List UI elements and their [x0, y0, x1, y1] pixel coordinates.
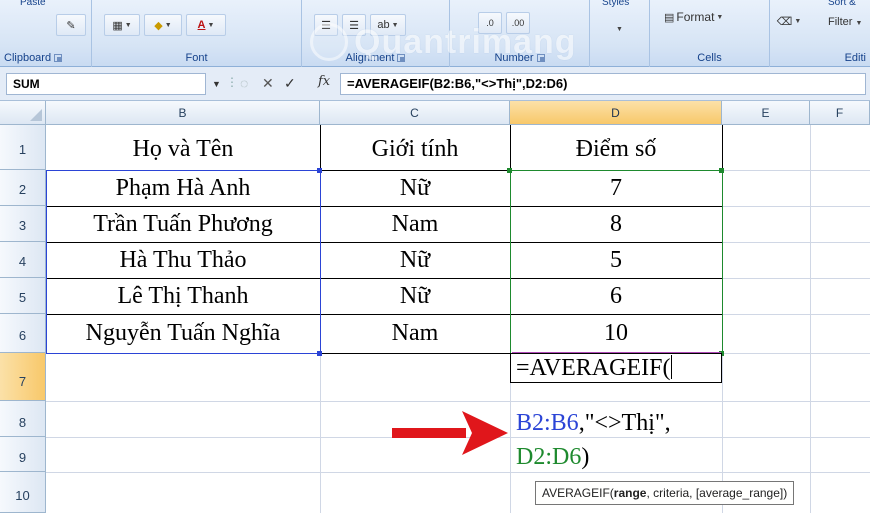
styles-label[interactable]: Styles [602, 0, 629, 8]
select-all-corner[interactable] [0, 101, 46, 125]
function-tooltip[interactable]: AVERAGEIF(range, criteria, [average_rang… [535, 481, 795, 505]
worksheet-grid: B C D E F 1 2 3 4 5 6 7 8 9 10 Họ và Tên… [0, 101, 870, 513]
row-header-8[interactable]: 8 [0, 401, 46, 437]
fill-color-button[interactable]: ◆ ▼ [144, 14, 182, 36]
sort-filter-label[interactable]: Sort & [828, 0, 856, 8]
format-button[interactable]: ▤ Format ▼ [660, 6, 760, 28]
brush-icon: ✎ [66, 19, 76, 32]
cancel-icon[interactable]: ✕ [262, 74, 274, 92]
clipboard-group: Paste ✎ Clipboard [0, 0, 92, 67]
table-cell[interactable]: Nữ [320, 170, 510, 206]
row-header-5[interactable]: 5 [0, 278, 46, 314]
insert-function-button[interactable]: fx [318, 74, 330, 89]
header-cell-name[interactable]: Họ và Tên [46, 125, 320, 170]
edit-line-1: =AVERAGEIF( [516, 355, 673, 381]
row-header-10[interactable]: 10 [0, 472, 46, 513]
gridline [46, 401, 870, 402]
chevron-down-icon: ▼ [164, 21, 172, 29]
borders-button[interactable]: ▦ ▼ [104, 14, 140, 36]
chevron-down-icon: ▼ [855, 20, 863, 27]
column-header-e[interactable]: E [722, 101, 810, 125]
row-header-6[interactable]: 6 [0, 314, 46, 353]
chevron-down-icon: ▼ [794, 17, 802, 25]
formula-bar: SUM ▼ ⋮ ◌ ✕ ✓ fx =AVERAGEIF(B2:B6,"<>Thị… [0, 67, 870, 101]
column-header-d[interactable]: D [510, 101, 722, 125]
styles-group: Styles ▼ [590, 0, 650, 67]
font-group-label: Font [185, 52, 208, 64]
chevron-down-icon[interactable]: ▼ [616, 26, 623, 33]
chevron-down-icon: ▼ [124, 21, 132, 29]
name-box-dropdown-icon[interactable]: ▼ [212, 79, 221, 89]
text-cursor [671, 355, 673, 379]
header-cell-gender[interactable]: Giới tính [320, 125, 510, 170]
formula-input[interactable]: =AVERAGEIF(B2:B6,"<>Thị",D2:D6) [340, 73, 866, 95]
range-ref-text: B2:B6 [516, 410, 579, 436]
chevron-down-icon: ▼ [207, 21, 215, 29]
range-highlight-b2-b6 [46, 170, 321, 354]
watermark-text: Quantrimang [354, 22, 577, 61]
column-header-b[interactable]: B [46, 101, 320, 125]
watermark-logo: Quantrimang [310, 22, 577, 62]
column-header-c[interactable]: C [320, 101, 510, 125]
column-header-f[interactable]: F [810, 101, 870, 125]
editing-group-label: Editi [844, 52, 866, 64]
gridline [810, 125, 811, 513]
cells-group-label: Cells [697, 52, 722, 64]
table-cell[interactable]: Nam [320, 206, 510, 242]
format-cells-icon: ▤ [664, 11, 675, 24]
range-handle[interactable] [719, 168, 724, 173]
row-header-3[interactable]: 3 [0, 206, 46, 242]
dialog-launcher-icon[interactable] [54, 54, 63, 63]
formula-bar-separator: ⋮ [226, 75, 238, 89]
row-header-9[interactable]: 9 [0, 437, 46, 472]
borders-icon: ▦ [112, 19, 123, 32]
red-arrow-icon [392, 411, 508, 455]
table-cell[interactable]: Nữ [320, 242, 510, 278]
enter-check-icon[interactable]: ✓ [284, 74, 296, 92]
paste-label[interactable]: Paste [20, 0, 46, 8]
editing-group: ⌫ ▼ Sort & Filter ▼ Editi [770, 0, 870, 67]
table-cell[interactable]: Nam [320, 314, 510, 353]
range-handle[interactable] [507, 168, 512, 173]
range-handle[interactable] [317, 351, 322, 356]
name-box[interactable]: SUM [6, 73, 206, 95]
avg-ref-text: D2:D6 [516, 444, 582, 470]
watermark-circle-icon [310, 23, 348, 61]
edit-line-2: B2:B6,"<>Thị", [516, 410, 671, 436]
row-header-1[interactable]: 1 [0, 125, 46, 170]
ribbon: Paste ✎ Clipboard ▦ ▼ ◆ ▼ A ▼ Font ☰ ☰ ab ▼ [0, 0, 870, 67]
header-cell-score[interactable]: Điểm số [510, 125, 722, 170]
row-header-2[interactable]: 2 [0, 170, 46, 206]
cells-group: ▤ Format ▼ Cells [650, 0, 770, 67]
current-argument: range [613, 486, 647, 500]
filter-label[interactable]: Filter ▼ [828, 16, 862, 28]
row-header-4[interactable]: 4 [0, 242, 46, 278]
row-header-7[interactable]: 7 [0, 353, 46, 401]
fill-color-icon: ◆ [154, 19, 163, 32]
clear-button[interactable]: ⌫ ▼ [774, 10, 804, 32]
gridline [46, 472, 870, 473]
range-handle[interactable] [317, 168, 322, 173]
font-color-icon: A [197, 19, 206, 31]
eraser-icon: ⌫ [776, 15, 793, 28]
chevron-down-icon: ▼ [716, 13, 724, 21]
range-highlight-d2-d6 [510, 170, 723, 354]
table-cell[interactable]: Nữ [320, 278, 510, 314]
font-color-button[interactable]: A ▼ [186, 14, 226, 36]
circle-icon: ◌ [240, 75, 249, 91]
font-group: ▦ ▼ ◆ ▼ A ▼ Font [92, 0, 302, 67]
edit-line-3: D2:D6) [516, 444, 590, 470]
format-painter-button[interactable]: ✎ [56, 14, 86, 36]
clipboard-group-label: Clipboard [0, 52, 91, 64]
